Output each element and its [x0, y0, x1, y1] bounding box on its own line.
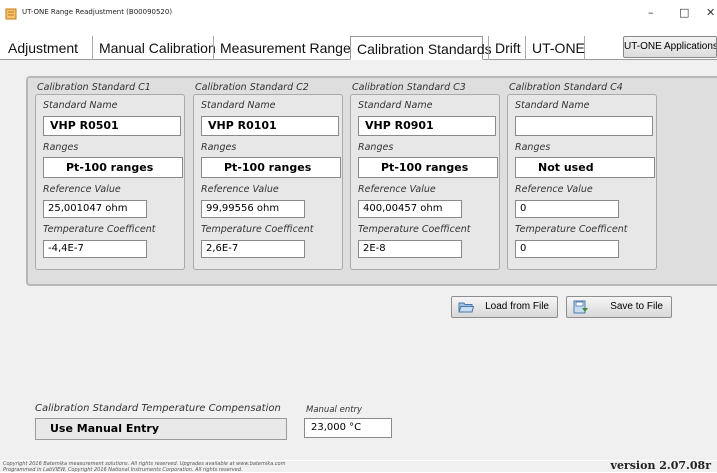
- ranges-select[interactable]: Pt-100 ranges: [358, 157, 498, 178]
- reference-value-field[interactable]: 400,00457 ohm: [358, 200, 462, 218]
- reference-value-field[interactable]: 25,001047 ohm: [43, 200, 147, 218]
- standard-name-label: Standard Name: [358, 100, 433, 111]
- save-file-icon: [573, 300, 588, 314]
- standard-name-field[interactable]: [515, 116, 653, 136]
- reference-value-label: Reference Value: [201, 184, 279, 195]
- ut-one-applications-button[interactable]: UT-ONE Applications: [623, 36, 717, 58]
- temperature-coefficient-label: Temperature Coefficent: [201, 224, 314, 235]
- standard-name-field[interactable]: VHP R0901: [358, 116, 496, 136]
- ranges-label: Ranges: [358, 142, 394, 153]
- temperature-coefficient-label: Temperature Coefficent: [43, 224, 156, 235]
- standard-card-c4: Calibration Standard C4 Standard Name Ra…: [507, 82, 657, 282]
- temperature-coefficient-field[interactable]: 2E-8: [358, 240, 462, 258]
- standard-name-label: Standard Name: [43, 100, 118, 111]
- version-label: version 2.07.08r: [610, 459, 711, 472]
- temperature-coefficient-field[interactable]: 0: [515, 240, 619, 258]
- title-bar: UT-ONE Range Readjustment (B00090520) – …: [0, 0, 717, 30]
- save-to-file-button[interactable]: Save to File: [566, 296, 672, 318]
- manual-entry-field[interactable]: 23,000 °C: [304, 418, 392, 438]
- temperature-compensation-select[interactable]: Use Manual Entry: [35, 418, 287, 440]
- load-from-file-button[interactable]: Load from File: [451, 296, 558, 318]
- load-from-file-label: Load from File: [485, 301, 549, 312]
- tab-measurement-ranges[interactable]: Measurement Ranges: [213, 36, 364, 60]
- standard-name-label: Standard Name: [201, 100, 276, 111]
- ranges-label: Ranges: [43, 142, 79, 153]
- reference-value-label: Reference Value: [358, 184, 436, 195]
- temperature-coefficient-label: Temperature Coefficent: [515, 224, 628, 235]
- reference-value-field[interactable]: 0: [515, 200, 619, 218]
- standard-title: Calibration Standard C1: [37, 82, 151, 93]
- minimize-button[interactable]: –: [648, 6, 654, 19]
- standard-card-c3: Calibration Standard C3 Standard Name VH…: [350, 82, 500, 282]
- close-button[interactable]: ✕: [706, 6, 715, 19]
- ranges-select[interactable]: Not used: [515, 157, 655, 178]
- ranges-label: Ranges: [201, 142, 237, 153]
- reference-value-label: Reference Value: [43, 184, 121, 195]
- standard-card-c2: Calibration Standard C2 Standard Name VH…: [193, 82, 343, 282]
- ranges-label: Ranges: [515, 142, 551, 153]
- reference-value-label: Reference Value: [515, 184, 593, 195]
- tab-adjustment[interactable]: Adjustment: [2, 36, 84, 60]
- copyright-line: Programmed in LabVIEW, Copyright 2016 Na…: [3, 467, 243, 473]
- copyright-text: Copyright 2016 Batemika measurement solu…: [3, 461, 285, 473]
- maximize-button[interactable]: □: [679, 6, 689, 19]
- tab-manual-calibration[interactable]: Manual Calibration: [92, 36, 222, 60]
- reference-value-field[interactable]: 99,99556 ohm: [201, 200, 305, 218]
- standard-name-field[interactable]: VHP R0501: [43, 116, 181, 136]
- save-to-file-label: Save to File: [610, 301, 663, 312]
- temperature-compensation-label: Calibration Standard Temperature Compens…: [35, 403, 281, 414]
- folder-open-icon: [458, 302, 474, 313]
- temperature-coefficient-label: Temperature Coefficent: [358, 224, 471, 235]
- temperature-coefficient-field[interactable]: 2,6E-7: [201, 240, 305, 258]
- temperature-coefficient-field[interactable]: -4,4E-7: [43, 240, 147, 258]
- window-title: UT-ONE Range Readjustment (B00090520): [22, 8, 173, 16]
- standard-title: Calibration Standard C4: [509, 82, 623, 93]
- app-icon: [5, 8, 17, 20]
- tab-drift[interactable]: Drift: [488, 36, 527, 60]
- standard-title: Calibration Standard C3: [352, 82, 466, 93]
- ranges-select[interactable]: Pt-100 ranges: [201, 157, 341, 178]
- manual-entry-label: Manual entry: [306, 405, 363, 415]
- standard-name-label: Standard Name: [515, 100, 590, 111]
- tab-ut-one[interactable]: UT-ONE: [525, 36, 585, 60]
- standard-card-c1: Calibration Standard C1 Standard Name VH…: [35, 82, 185, 282]
- standard-name-field[interactable]: VHP R0101: [201, 116, 339, 136]
- ranges-select[interactable]: Pt-100 ranges: [43, 157, 183, 178]
- standard-title: Calibration Standard C2: [195, 82, 309, 93]
- tab-calibration-standards[interactable]: Calibration Standards: [350, 36, 492, 60]
